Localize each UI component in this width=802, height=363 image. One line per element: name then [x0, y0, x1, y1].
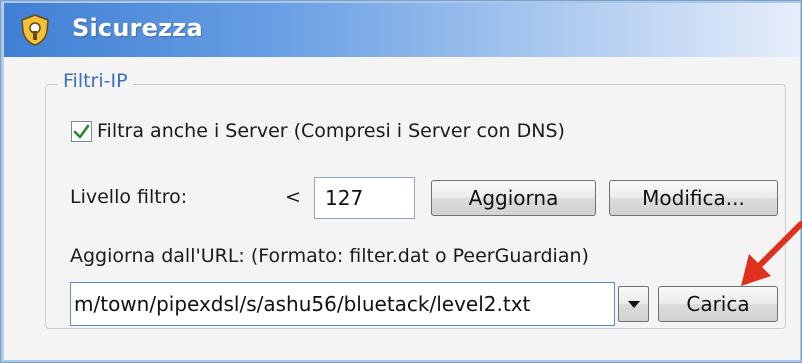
checkmark-icon	[73, 124, 90, 139]
url-dropdown-button[interactable]	[618, 286, 649, 322]
filter-servers-label[interactable]: Filtra anche i Server (Compresi i Server…	[97, 120, 565, 142]
filter-level-comparator: <	[285, 186, 301, 208]
annotation-arrow-icon	[741, 221, 802, 286]
filter-level-label: Livello filtro:	[70, 186, 188, 208]
security-shield-icon	[21, 14, 49, 46]
url-input[interactable]: m/town/pipexdsl/s/ashu56/bluetack/level2…	[70, 282, 615, 326]
edit-button[interactable]: Modifica...	[609, 180, 778, 216]
update-button[interactable]: Aggiorna	[431, 180, 596, 216]
section-header: Sicurezza	[4, 3, 800, 57]
chevron-down-icon	[628, 301, 640, 308]
groupbox-legend: Filtri-IP	[58, 70, 133, 92]
filter-servers-checkbox[interactable]	[71, 121, 92, 142]
filter-level-input[interactable]: 127	[314, 177, 415, 219]
section-title: Sicurezza	[72, 14, 203, 42]
url-label: Aggiorna dall'URL: (Formato: filter.dat …	[70, 245, 589, 267]
